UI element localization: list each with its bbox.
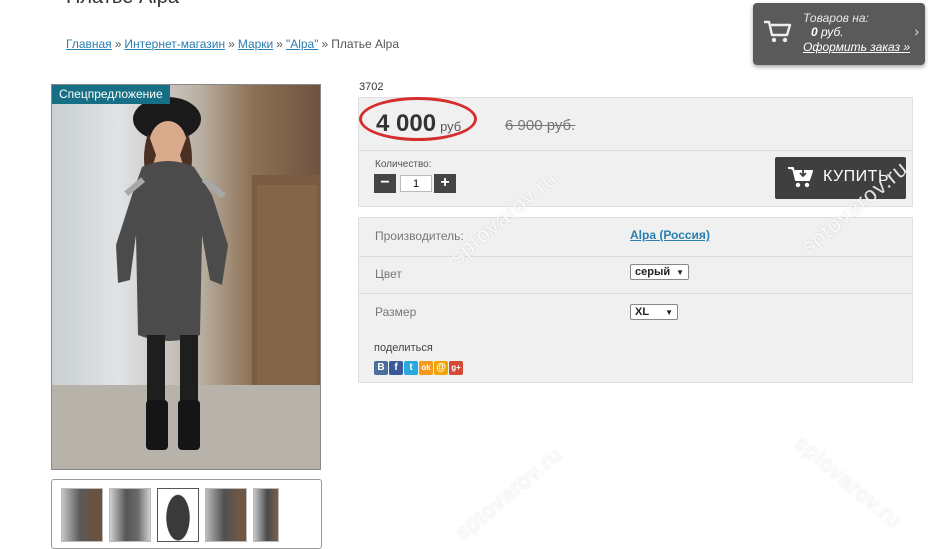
cart-widget[interactable]: Товаров на: 0 руб. Оформить заказ » › (753, 3, 925, 65)
page-title: Платье Alpa (66, 0, 179, 9)
watermark: sptovarov.ru (450, 441, 567, 546)
attributes-panel: Производитель: Alpa (Россия) Цвет серый ▼… (358, 217, 913, 383)
thumbnail-strip (51, 479, 322, 549)
twitter-icon[interactable]: t (404, 361, 418, 375)
buy-button-label: КУПИТЬ (823, 168, 889, 185)
attribute-row-color: Цвет серый ▼ (359, 256, 912, 294)
breadcrumb-brand-alpa[interactable]: "Alpa" (286, 37, 319, 51)
thumbnail[interactable] (109, 488, 151, 542)
share-buttons: Вf t ok @ g+ (374, 361, 464, 377)
quantity-increase-button[interactable]: + (434, 174, 456, 193)
breadcrumb-shop[interactable]: Интернет-магазин (124, 37, 225, 51)
watermark: sptovarov.ru (789, 430, 907, 534)
dress-model-image (52, 97, 320, 469)
mailru-icon[interactable]: @ (434, 361, 448, 375)
vkontakte-icon[interactable]: В (374, 361, 388, 375)
chevron-right-icon: › (914, 23, 919, 39)
size-select[interactable]: XL ▼ (630, 304, 678, 320)
breadcrumb-brands[interactable]: Марки (238, 37, 273, 51)
breadcrumb-separator: » (114, 37, 122, 51)
thumbnail[interactable] (205, 488, 247, 542)
attribute-row-manufacturer: Производитель: Alpa (Россия) (359, 218, 912, 257)
buy-button[interactable]: КУПИТЬ (775, 157, 906, 199)
add-to-cart-icon (788, 167, 813, 188)
cart-total-currency: руб. (817, 25, 844, 39)
odnoklassniki-icon[interactable]: ok (419, 361, 433, 375)
breadcrumb-separator: » (321, 37, 329, 51)
dropdown-arrow-icon: ▼ (676, 268, 685, 277)
cart-total-amount: 0 (811, 25, 818, 39)
facebook-icon[interactable]: f (389, 361, 403, 375)
size-label: Размер (375, 305, 417, 319)
old-price: 6 900 руб. (505, 117, 576, 134)
divider (359, 150, 912, 151)
dropdown-arrow-icon: ▼ (665, 308, 673, 317)
checkout-link[interactable]: Оформить заказ » (803, 40, 910, 54)
breadcrumb-home[interactable]: Главная (66, 37, 112, 51)
thumbnail[interactable] (61, 488, 103, 542)
breadcrumb-current: Платье Alpa (331, 37, 399, 51)
color-select[interactable]: серый ▼ (630, 264, 690, 280)
breadcrumb-separator: » (228, 37, 235, 51)
special-offer-badge: Спецпредложение (52, 85, 170, 104)
cart-total: 0 руб. (811, 25, 844, 39)
quantity-input[interactable] (400, 175, 432, 192)
share-label: поделиться (374, 342, 433, 354)
quantity-label: Количество: (375, 159, 432, 170)
price-panel: 4 000руб 6 900 руб. Количество: − + КУПИ… (358, 97, 913, 207)
shopping-cart-icon (764, 20, 792, 43)
breadcrumb: Главная» Интернет-магазин» Марки» "Alpa"» Пл… (66, 37, 399, 51)
product-photo[interactable]: Спецпредложение (51, 84, 321, 470)
manufacturer-link[interactable]: Alpa (Россия) (630, 228, 710, 242)
google-plus-icon[interactable]: g+ (449, 361, 463, 375)
size-select-value: XL (635, 306, 650, 318)
attribute-row-size: Размер XL ▼ (359, 294, 912, 332)
manufacturer-label: Производитель: (375, 229, 464, 243)
current-price-value: 4 000 (376, 110, 437, 137)
thumbnail[interactable] (157, 488, 199, 542)
color-label: Цвет (375, 267, 402, 281)
quantity-decrease-button[interactable]: − (374, 174, 396, 193)
thumbnail[interactable] (253, 488, 279, 542)
breadcrumb-separator: » (276, 37, 283, 51)
current-price: 4 000 руб (376, 110, 461, 138)
cart-summary-label: Товаров на: (803, 11, 869, 25)
color-select-value: серый (635, 266, 671, 278)
product-sku: 3702 (359, 81, 384, 93)
current-price-currency: руб (440, 119, 462, 134)
